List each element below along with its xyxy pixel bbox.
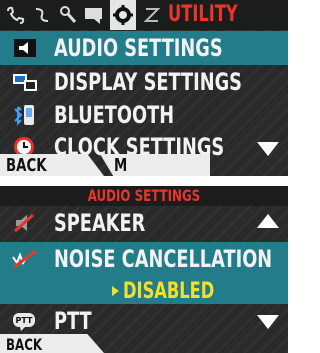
display-icon [13,74,37,91]
tab-phone[interactable] [4,3,28,27]
utility-menu-screen: UTILITY AUDIO SETTINGS DISPLAY SETTINGS … [0,0,288,176]
menu-softkey[interactable]: M [100,154,210,176]
menu-item-speaker[interactable]: SPEAKER [0,206,288,238]
setting-value[interactable]: DISABLED [112,278,246,304]
speaker-icon [14,39,36,57]
tab-signal[interactable] [140,3,164,27]
screen-title: UTILITY [168,2,238,27]
screen-header: AUDIO SETTINGS [0,186,288,206]
gear-icon [113,5,133,25]
signal-icon [143,8,161,22]
tab-settings[interactable] [110,0,136,30]
chat-icon [85,8,102,24]
tab-tools[interactable] [56,3,80,27]
noise-cancel-icon [12,249,37,269]
menu-item-label: AUDIO SETTINGS [54,34,223,62]
tab-audio[interactable] [30,3,54,27]
speaker-muted-icon [14,213,34,233]
menu-item-label: DISPLAY SETTINGS [54,68,242,96]
menu-item-display-settings[interactable]: DISPLAY SETTINGS [0,65,288,99]
phone-icon [7,6,25,24]
menu-item-label: BLUETOOTH [54,101,175,129]
scroll-up-icon[interactable] [257,214,279,228]
wrench-icon [60,6,77,23]
bluetooth-icon [14,105,34,126]
screen-title: AUDIO SETTINGS [87,186,201,205]
svg-text:PTT: PTT [16,316,34,325]
tab-messages[interactable] [82,3,106,27]
scroll-down-icon[interactable] [257,315,279,329]
menu-item-label: NOISE CANCELLATION [54,245,273,273]
softkey-bar: BACK [0,334,288,353]
menu-item-ptt[interactable]: PTT PTT [0,306,288,336]
audio-settings-screen: AUDIO SETTINGS SPEAKER NOISE CANCELLATIO… [0,186,288,353]
back-softkey[interactable]: BACK [0,154,104,176]
menu-item-bluetooth[interactable]: BLUETOOTH [0,98,288,132]
caret-right-icon [112,286,119,296]
softkey-bar: BACK M [0,154,288,176]
menu-item-noise-cancellation[interactable]: NOISE CANCELLATION DISABLED [0,242,288,304]
menu-item-label: PTT [54,307,92,335]
audio-wave-icon [35,8,49,22]
tab-bar: UTILITY [0,0,288,30]
menu-item-label: SPEAKER [54,209,146,237]
back-softkey[interactable]: BACK [0,334,104,353]
ptt-icon: PTT [13,313,35,331]
menu-item-audio-settings[interactable]: AUDIO SETTINGS [0,31,288,65]
